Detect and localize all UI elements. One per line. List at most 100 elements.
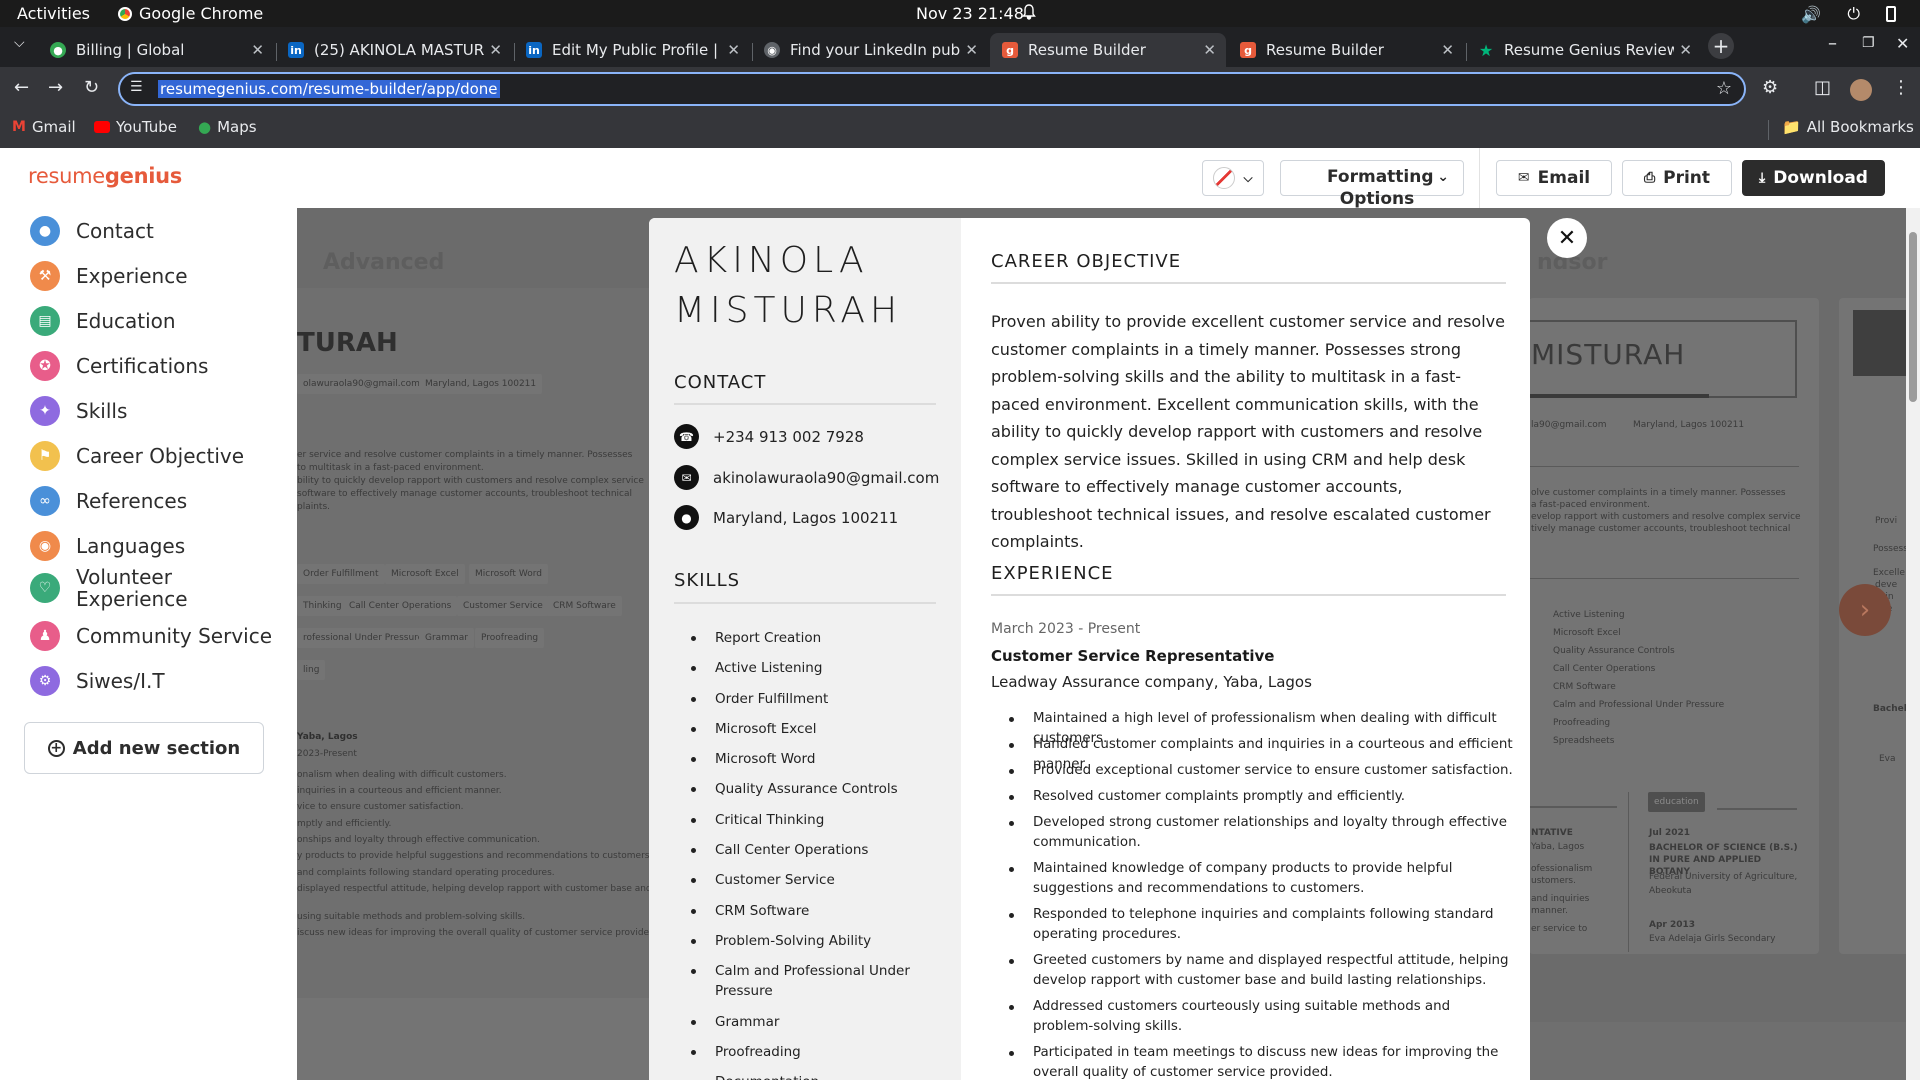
globe-icon: ● (50, 42, 66, 58)
sidebar-item-label: Community Service (76, 624, 273, 648)
template-skill: Quality Assurance Controls (1553, 646, 1675, 656)
sidebar-item-community-service[interactable]: ♟ Community Service (30, 621, 272, 651)
add-new-section-button[interactable]: + Add new section (24, 722, 264, 774)
tab-linkedin-edit[interactable]: in Edit My Public Profile | L ✕ (514, 33, 750, 67)
template-chip: Grammar (419, 628, 474, 648)
close-tab-icon[interactable]: ✕ (727, 41, 740, 59)
youtube-icon (94, 121, 110, 133)
sidebar-item-experience[interactable]: ⚒ Experience (30, 261, 188, 291)
new-tab-button[interactable]: + (1708, 33, 1734, 59)
tab-resume-builder[interactable]: g Resume Builder ✕ (1228, 33, 1464, 67)
color-swatch-icon (1213, 167, 1236, 189)
sidebar-item-label: References (76, 489, 188, 513)
tab-resume-builder-active[interactable]: g Resume Builder ✕ (990, 33, 1226, 67)
download-button[interactable]: ⤓ Download (1742, 160, 1885, 196)
forward-icon[interactable]: → (48, 77, 63, 98)
skills-heading: SKILLS (674, 570, 741, 591)
minimize-icon[interactable]: – (1828, 33, 1837, 54)
scrollbar-thumb[interactable] (1909, 232, 1917, 402)
template-line: evelop rapport with customers and resolv… (1531, 512, 1801, 522)
browser-toolbar: ← → ↻ ☰ resumegenius.com/resume-builder/… (0, 67, 1920, 111)
clock[interactable]: Nov 23 21:48 (916, 4, 1024, 23)
tab-search-icon[interactable]: ⌵ (14, 35, 25, 51)
close-tab-icon[interactable]: ✕ (489, 41, 502, 59)
sidebar-item-label: Education (76, 309, 176, 333)
job-bullet: Developed strong customer relationships … (1009, 813, 1513, 853)
sidebar-item-volunteer-experience[interactable]: ♡ Volunteer Experience (30, 566, 216, 610)
print-label: Print (1663, 168, 1711, 188)
template-tab-advanced[interactable]: Advanced (323, 250, 444, 275)
template-location-left: Maryland, Lagos 100211 (419, 374, 543, 394)
formatting-options-button[interactable]: Formatting Options ⌄ (1280, 160, 1464, 209)
app-menu[interactable]: Google Chrome (118, 4, 263, 23)
add-section-label: Add new section (72, 737, 241, 759)
template-edu-date: Jul 2021 (1649, 828, 1691, 838)
close-tab-icon[interactable]: ✕ (1203, 41, 1216, 59)
sidebar-item-certifications[interactable]: ✪ Certifications (30, 351, 208, 381)
bookmark-youtube[interactable]: YouTube (94, 118, 177, 136)
sidebar-item-siwes[interactable]: ⚙ Siwes/I.T (30, 666, 165, 696)
back-icon[interactable]: ← (14, 77, 29, 98)
side-panel-icon[interactable]: ◫ (1814, 77, 1831, 98)
page-scrollbar[interactable] (1906, 208, 1920, 1080)
download-label: Download (1773, 168, 1868, 188)
color-picker-button[interactable]: ⌵ (1202, 160, 1264, 196)
system-tray[interactable]: 🔊 ⏻ (1801, 4, 1896, 24)
restore-icon[interactable]: ❐ (1862, 35, 1875, 51)
site-info-icon[interactable]: ☰ (130, 79, 143, 95)
bookmark-gmail[interactable]: M Gmail (12, 118, 76, 136)
section-divider (674, 403, 936, 405)
sidebar-item-references[interactable]: ∞ References (30, 486, 187, 516)
tab-linkedin-profile[interactable]: in (25) AKINOLA MASTURA ✕ (276, 33, 512, 67)
template-card-left[interactable] (297, 288, 650, 1078)
skill-item: Report Creation (691, 628, 945, 648)
next-template-button[interactable]: › (1839, 584, 1891, 636)
site-icon: ◉ (764, 42, 780, 58)
chrome-menu-icon[interactable]: ⋮ (1892, 77, 1910, 98)
bookmark-star-icon[interactable]: ☆ (1716, 78, 1732, 99)
close-modal-button[interactable]: ✕ (1547, 218, 1587, 258)
resumegenius-logo[interactable]: resumegenius (28, 164, 182, 188)
template-job-line: Yaba, Lagos (1531, 842, 1585, 852)
close-tab-icon[interactable]: ✕ (965, 41, 978, 59)
all-bookmarks[interactable]: 📁 All Bookmarks (1782, 118, 1914, 136)
tab-title: Billing | Global (76, 41, 185, 59)
bookmark-maps[interactable]: ● Maps (198, 118, 257, 136)
sidebar-item-education[interactable]: ▤ Education (30, 306, 176, 336)
url-text[interactable]: resumegenius.com/resume-builder/app/done (158, 80, 500, 98)
address-bar[interactable]: ☰ resumegenius.com/resume-builder/app/do… (118, 72, 1746, 106)
envelope-icon: ✉ (674, 465, 699, 490)
contact-heading: CONTACT (674, 372, 767, 393)
skill-item: Documentation (715, 1072, 945, 1080)
close-tab-icon[interactable]: ✕ (1679, 41, 1692, 59)
close-window-icon[interactable]: ✕ (1896, 34, 1909, 53)
tab-find-linkedin[interactable]: ◉ Find your LinkedIn publi ✕ (752, 33, 988, 67)
template-line: tively manage customer accounts, trouble… (1531, 524, 1791, 534)
skill-item: Microsoft Word (691, 749, 945, 769)
sidebar-item-career-objective[interactable]: ⚑ Career Objective (30, 441, 244, 471)
template-skill: Call Center Operations (1553, 664, 1656, 674)
bookmark-label: Gmail (31, 118, 76, 136)
template-email-left: olawuraola90@gmail.com (297, 374, 426, 394)
tab-resume-genius-review[interactable]: ★ Resume Genius Review ✕ (1466, 33, 1702, 67)
print-button[interactable]: ⎙ Print (1622, 160, 1732, 196)
sidebar-item-skills[interactable]: ✦ Skills (30, 396, 127, 426)
globe-icon: ◉ (30, 531, 60, 561)
skill-item: Critical Thinking (691, 810, 945, 830)
template-job-line: er service to (1531, 924, 1588, 934)
book-icon: ▤ (30, 306, 60, 336)
template-bullet: and complaints following standard operat… (297, 868, 555, 878)
template-edge-word: Excelle (1873, 568, 1905, 578)
activities-button[interactable]: Activities (17, 4, 90, 23)
close-tab-icon[interactable]: ✕ (251, 41, 264, 59)
resumegenius-icon: g (1002, 42, 1018, 58)
close-tab-icon[interactable]: ✕ (1441, 41, 1454, 59)
sidebar-item-contact[interactable]: ● Contact (30, 216, 154, 246)
tab-billing[interactable]: ● Billing | Global ✕ (38, 33, 274, 67)
sidebar-item-languages[interactable]: ◉ Languages (30, 531, 185, 561)
profile-avatar[interactable] (1850, 79, 1872, 101)
sidebar-item-label: Volunteer Experience (76, 565, 188, 611)
extensions-icon[interactable]: ⚙ (1762, 77, 1778, 98)
email-button[interactable]: ✉ Email (1496, 160, 1612, 196)
reload-icon[interactable]: ↻ (84, 77, 99, 98)
